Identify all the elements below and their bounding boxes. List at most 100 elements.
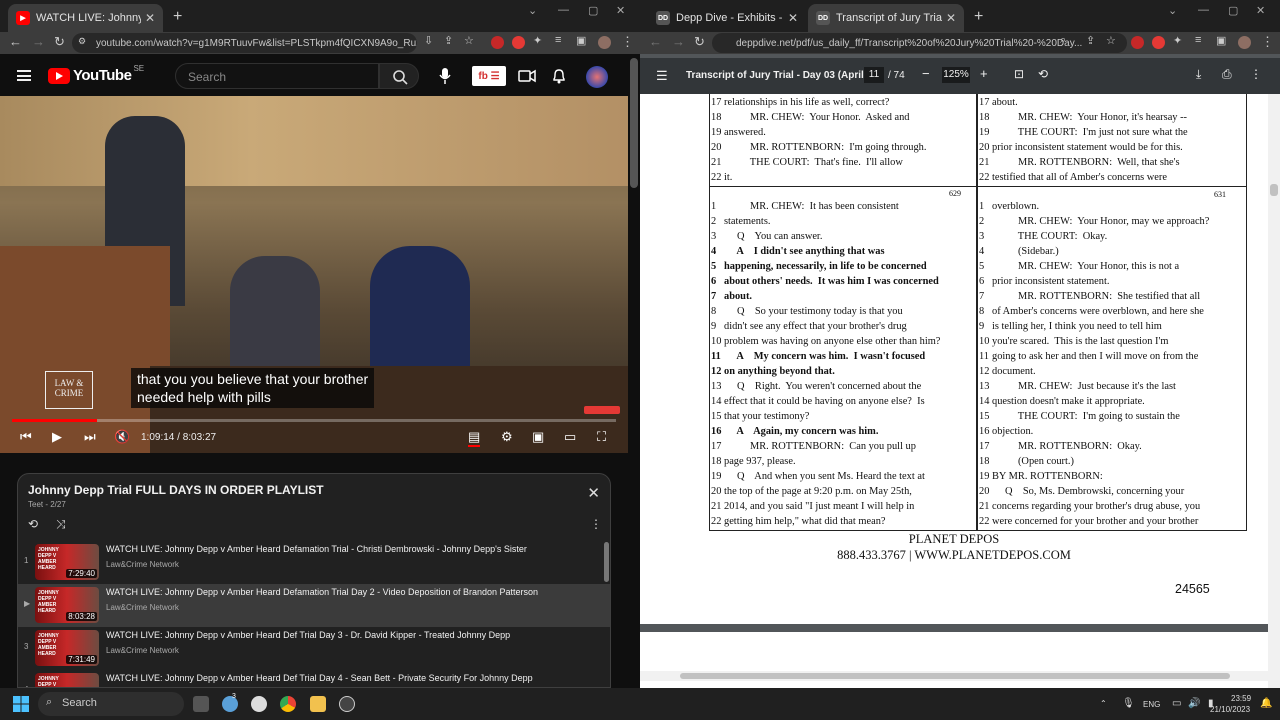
app-icon[interactable]: [339, 696, 355, 712]
new-tab-button[interactable]: +: [974, 8, 983, 26]
miniplayer-icon[interactable]: ▣: [532, 429, 544, 445]
print-icon[interactable]: ⎙: [1222, 67, 1232, 82]
playlist-item[interactable]: 1 JOHNNY DEPP V AMBER HEARD 7:29:40 WATCH L…: [18, 541, 610, 584]
language-indicator[interactable]: ENG: [1143, 700, 1160, 709]
task-view-icon[interactable]: [193, 696, 209, 712]
zoom-in-icon[interactable]: +: [980, 66, 988, 81]
scroll-thumb[interactable]: [1270, 184, 1278, 196]
pdf-viewport[interactable]: 17 relationships in his life as well, cor…: [640, 94, 1268, 688]
close-window-icon[interactable]: ✕: [616, 4, 625, 17]
playlist-title[interactable]: Johnny Depp Trial FULL DAYS IN ORDER PLA…: [28, 483, 324, 497]
close-tab-icon[interactable]: ✕: [145, 11, 155, 25]
playlist-item-title[interactable]: WATCH LIVE: Johnny Depp v Amber Heard De…: [106, 544, 606, 554]
tab-transcript[interactable]: DD Transcript of Jury Trial - Day 03 ( ✕: [808, 4, 964, 32]
share-icon[interactable]: ⇪: [1086, 34, 1095, 47]
network-icon[interactable]: ▭: [1172, 698, 1181, 709]
browser-menu-icon[interactable]: ⋮: [621, 34, 634, 50]
windows-start-icon[interactable]: [13, 696, 29, 712]
create-video-icon[interactable]: [518, 68, 536, 84]
browser-menu-icon[interactable]: ⋮: [1261, 34, 1274, 50]
fit-page-icon[interactable]: ⊡: [1014, 67, 1024, 81]
extension-red-icon[interactable]: [491, 36, 504, 49]
tab-search-chevron-icon[interactable]: ⌄: [1168, 4, 1177, 17]
playlist-item[interactable]: ▶ JOHNNY DEPP V AMBER HEARD 8:03:28 WATCH L…: [18, 584, 610, 627]
microphone-tray-icon[interactable]: 🎙: [1122, 698, 1135, 709]
pdf-more-icon[interactable]: ⋮: [1250, 67, 1262, 81]
clock-time[interactable]: 23:59: [1231, 694, 1251, 703]
tray-chevron-icon[interactable]: ⌃: [1100, 699, 1107, 708]
next-icon[interactable]: ⏭: [84, 429, 96, 445]
theater-mode-icon[interactable]: ▭: [564, 429, 576, 445]
account-avatar[interactable]: [586, 66, 608, 88]
sidepanel-icon[interactable]: ▣: [1216, 34, 1226, 47]
notifications-bell-icon[interactable]: [552, 67, 566, 85]
tab-youtube[interactable]: ▶ WATCH LIVE: Johnny Depp v Am ✕: [8, 4, 163, 32]
download-icon[interactable]: ⤓: [1196, 67, 1201, 82]
youtube-logo[interactable]: YouTube SE: [48, 64, 144, 84]
profile-avatar-icon[interactable]: [1238, 36, 1251, 49]
video-thumbnail[interactable]: JOHNNY DEPP V AMBER HEARD 8:03:28: [35, 587, 99, 623]
profile-avatar-icon[interactable]: [598, 36, 611, 49]
media-icon[interactable]: ≡: [555, 34, 561, 46]
playlist-scrollbar[interactable]: [604, 542, 609, 582]
share-icon[interactable]: ⇪: [444, 34, 453, 47]
back-icon[interactable]: ←: [9, 34, 22, 49]
previous-icon[interactable]: ⏮: [20, 429, 32, 445]
rotate-icon[interactable]: ⟲: [1038, 67, 1048, 81]
forward-icon[interactable]: →: [32, 34, 45, 49]
extensions-puzzle-icon[interactable]: ✦: [1173, 34, 1182, 47]
scroll-thumb[interactable]: [680, 673, 1230, 679]
site-info-icon[interactable]: ⚙: [78, 36, 86, 47]
volume-icon[interactable]: 🔊: [1188, 698, 1200, 709]
subscribe-badge[interactable]: [584, 406, 620, 414]
extensions-puzzle-icon[interactable]: ✦: [533, 34, 542, 47]
zoom-lens-icon[interactable]: ⌕: [1060, 34, 1066, 47]
minimize-icon[interactable]: —: [1198, 4, 1209, 16]
video-progress-bar[interactable]: [12, 419, 616, 422]
video-thumbnail[interactable]: JOHNNY DEPP V AMBER HEARD: [35, 673, 99, 687]
extension-fb-icon[interactable]: fb ☰: [472, 66, 506, 86]
page-number-input[interactable]: 11: [864, 67, 884, 83]
maximize-icon[interactable]: ▢: [1228, 4, 1238, 17]
clock-date[interactable]: 21/10/2023: [1210, 705, 1250, 714]
vertical-scrollbar[interactable]: [1268, 94, 1280, 688]
shuffle-icon[interactable]: ⤨: [56, 517, 66, 532]
reload-icon[interactable]: ↻: [694, 34, 705, 50]
playlist-item-title[interactable]: WATCH LIVE: Johnny Depp v Amber Heard De…: [106, 587, 606, 597]
extension-adblock-icon[interactable]: [1152, 36, 1165, 49]
playlist-more-icon[interactable]: ⋮: [590, 517, 602, 531]
close-tab-icon[interactable]: ✕: [946, 11, 956, 25]
muted-volume-icon[interactable]: 🔇: [114, 429, 130, 445]
video-thumbnail[interactable]: JOHNNY DEPP V AMBER HEARD 7:31:49: [35, 630, 99, 666]
playlist-item-channel[interactable]: Law&Crime Network: [106, 646, 179, 655]
new-tab-button[interactable]: +: [173, 8, 182, 26]
search-input[interactable]: Search: [175, 63, 379, 89]
play-icon[interactable]: ▶: [52, 429, 62, 445]
address-bar[interactable]: youtube.com/watch?v=g1M9RTuuvFw&list=PLS…: [72, 33, 417, 53]
zoom-input[interactable]: 125%: [942, 67, 970, 83]
playlist-item[interactable]: 3 JOHNNY DEPP V AMBER HEARD 7:31:49 WATCH L…: [18, 627, 610, 670]
playlist-item-channel[interactable]: Law&Crime Network: [106, 560, 179, 569]
loop-icon[interactable]: ⟲: [28, 517, 38, 531]
search-button[interactable]: [379, 63, 419, 89]
extension-adblock-icon[interactable]: [512, 36, 525, 49]
taskbar-search[interactable]: Search: [38, 692, 184, 716]
page-scrollbar[interactable]: [630, 58, 638, 188]
close-tab-icon[interactable]: ✕: [788, 11, 798, 25]
extension-red-icon[interactable]: [1131, 36, 1144, 49]
install-icon[interactable]: ⇩: [424, 34, 433, 47]
minimize-icon[interactable]: —: [558, 4, 569, 16]
playlist-item-title[interactable]: WATCH LIVE: Johnny Depp v Amber Heard De…: [106, 630, 606, 640]
microphone-icon[interactable]: [438, 67, 452, 85]
settings-gear-icon[interactable]: ⚙: [501, 429, 513, 445]
close-playlist-icon[interactable]: ✕: [587, 484, 600, 502]
clock-app-icon[interactable]: [251, 696, 267, 712]
tab-search-chevron-icon[interactable]: ⌄: [528, 4, 537, 17]
fullscreen-icon[interactable]: ⛶: [597, 429, 606, 445]
media-icon[interactable]: ≡: [1195, 34, 1201, 46]
sidepanel-icon[interactable]: ▣: [576, 34, 586, 47]
video-thumbnail[interactable]: JOHNNY DEPP V AMBER HEARD 7:29:40: [35, 544, 99, 580]
notification-bell-icon[interactable]: 🔔: [1260, 698, 1272, 709]
playlist-item-title[interactable]: WATCH LIVE: Johnny Depp v Amber Heard De…: [106, 673, 606, 683]
file-explorer-icon[interactable]: [310, 696, 326, 712]
